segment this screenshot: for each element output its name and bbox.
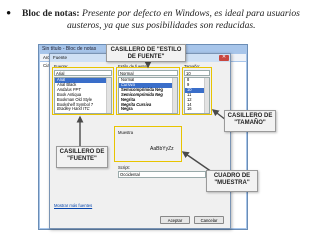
slide-description: Bloc de notas: Presente por defecto en W… xyxy=(22,8,307,32)
ok-button[interactable]: Aceptar xyxy=(160,216,190,224)
font-highlight xyxy=(52,67,114,115)
bullet: • xyxy=(6,6,12,22)
close-icon[interactable]: ✕ xyxy=(219,55,229,61)
style-highlight xyxy=(116,67,180,115)
callout-font: CASILLERO DE "FUENTE" xyxy=(56,146,108,168)
description-line-2: austeros, ya que sus posibilidades son r… xyxy=(67,20,256,31)
description-line-1: Presente por defecto en Windows, es idea… xyxy=(81,8,300,19)
script-select[interactable]: Occidental xyxy=(118,171,206,178)
term: Bloc de notas: xyxy=(22,8,80,19)
callout-size: CASILLERO DE "TAMAÑO" xyxy=(224,110,276,132)
size-highlight xyxy=(182,67,212,115)
more-fonts-link[interactable]: Mostrar más fuentes xyxy=(54,203,92,208)
script-label: Script: xyxy=(118,165,130,170)
cancel-button[interactable]: Cancelar xyxy=(194,216,224,224)
sample-highlight xyxy=(114,126,182,162)
callout-sample: CUADRO DE "MUESTRA" xyxy=(206,170,258,192)
callout-style: CASILLERO DE "ESTILO DE FUENTE" xyxy=(106,44,186,62)
